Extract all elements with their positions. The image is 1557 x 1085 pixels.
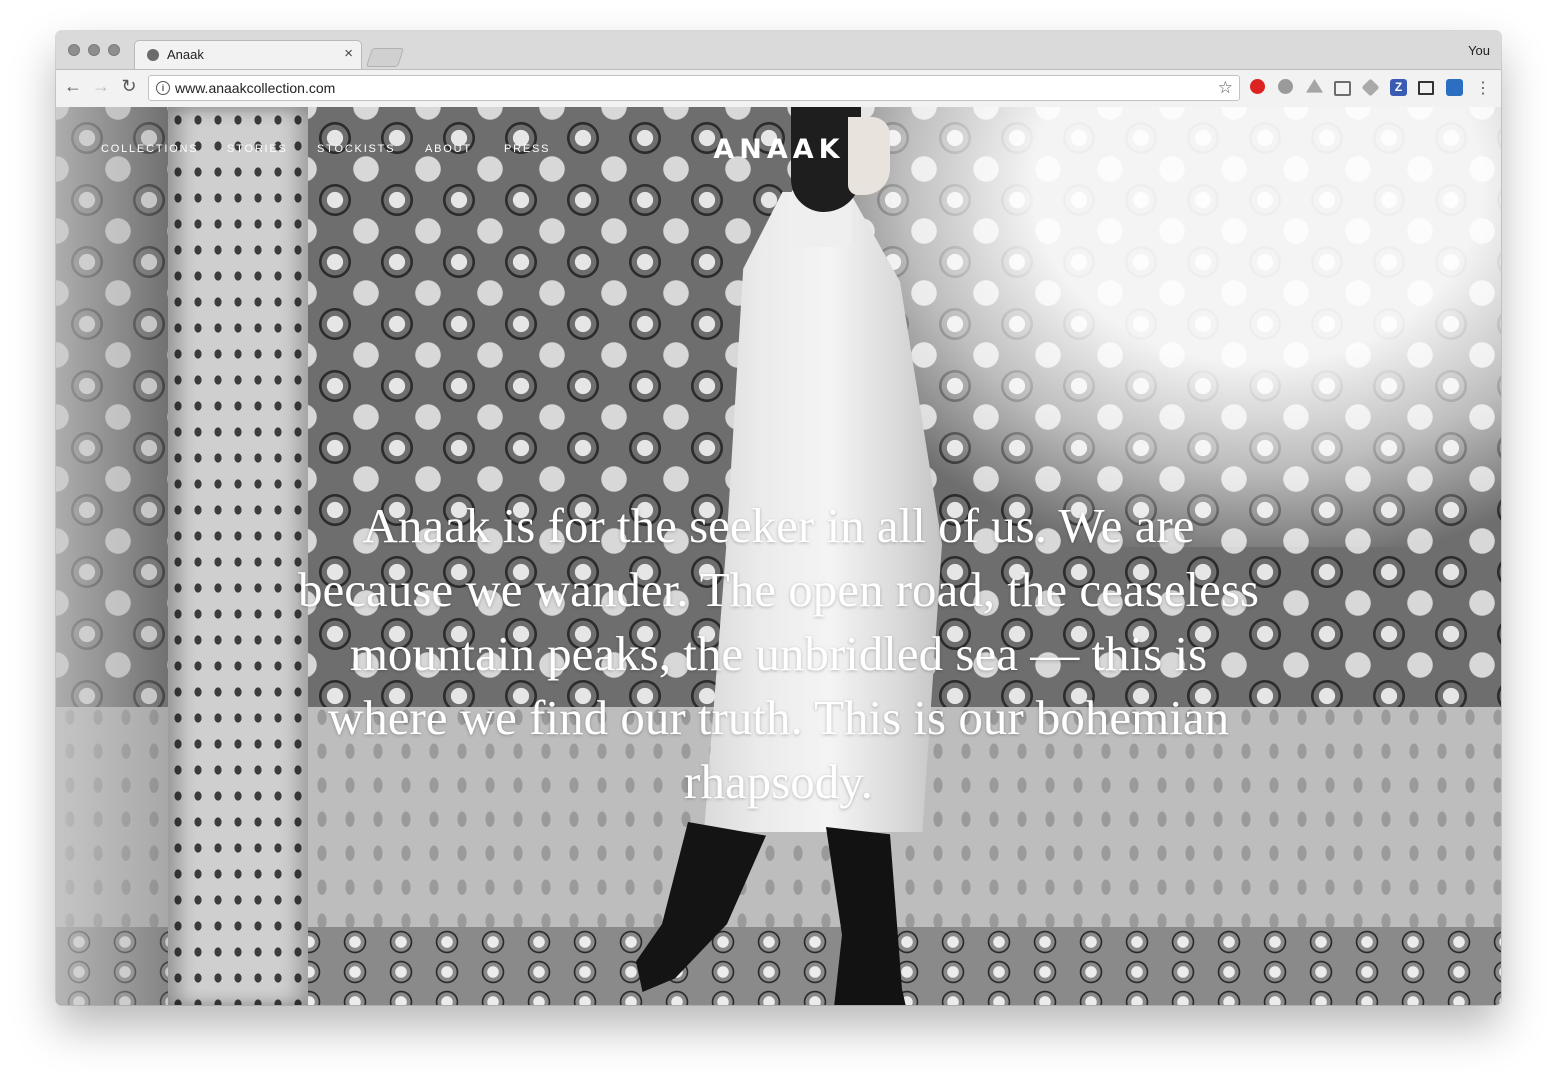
zotero-icon[interactable]: Z	[1390, 79, 1407, 96]
right-boot	[826, 827, 906, 1005]
browser-toolbar: ← → ↻ i www.anaakcollection.com ☆ Z ⋮	[56, 69, 1501, 108]
news-icon[interactable]	[1446, 79, 1463, 96]
nav-stockists[interactable]: STOCKISTS	[317, 143, 395, 155]
tab-close-icon[interactable]: ×	[344, 45, 353, 62]
screenshot-icon[interactable]	[1418, 81, 1434, 95]
reload-icon[interactable]: ↻	[118, 76, 140, 97]
address-bar[interactable]: i www.anaakcollection.com ☆	[148, 75, 1240, 101]
tab-title: Anaak	[167, 47, 204, 62]
model-face	[848, 117, 890, 195]
browser-window: Anaak × You ← → ↻ i www.anaakcollection.…	[56, 31, 1501, 1005]
tab-strip: Anaak × You	[56, 31, 1501, 69]
bookmark-star-icon[interactable]: ☆	[1218, 78, 1233, 98]
site-logo[interactable]: ANAAK	[706, 134, 852, 165]
cast-icon[interactable]	[1334, 81, 1351, 96]
dropbox-icon[interactable]	[1361, 78, 1380, 97]
minimize-window-button[interactable]	[88, 44, 100, 56]
url-text[interactable]: www.anaakcollection.com	[175, 80, 335, 96]
info-icon[interactable]: i	[156, 81, 170, 95]
nav-about[interactable]: ABOUT	[425, 143, 472, 155]
new-tab-button[interactable]	[365, 48, 405, 67]
left-wall	[56, 107, 168, 1005]
webpage: COLLECTIONS STORIES STOCKISTS ABOUT PRES…	[56, 107, 1501, 1005]
nav-collections[interactable]: COLLECTIONS	[101, 143, 198, 155]
forward-arrow-icon[interactable]: →	[90, 76, 112, 97]
tiled-pillar	[168, 107, 308, 1005]
globe-icon	[147, 49, 159, 61]
left-boot	[636, 822, 766, 992]
menu-icon[interactable]: ⋮	[1472, 78, 1494, 98]
opera-icon[interactable]	[1250, 79, 1265, 94]
zoom-window-button[interactable]	[108, 44, 120, 56]
close-window-button[interactable]	[68, 44, 80, 56]
drive-icon[interactable]	[1306, 79, 1323, 93]
back-arrow-icon[interactable]: ←	[62, 76, 84, 97]
profile-button[interactable]: You	[1468, 43, 1490, 58]
nav-press[interactable]: PRESS	[504, 143, 550, 155]
skype-icon[interactable]	[1278, 79, 1293, 94]
nav-stories[interactable]: STORIES	[227, 143, 288, 155]
tab-anaak[interactable]: Anaak ×	[134, 40, 362, 69]
hero-statement: Anaak is for the seeker in all of us. We…	[298, 498, 1259, 809]
